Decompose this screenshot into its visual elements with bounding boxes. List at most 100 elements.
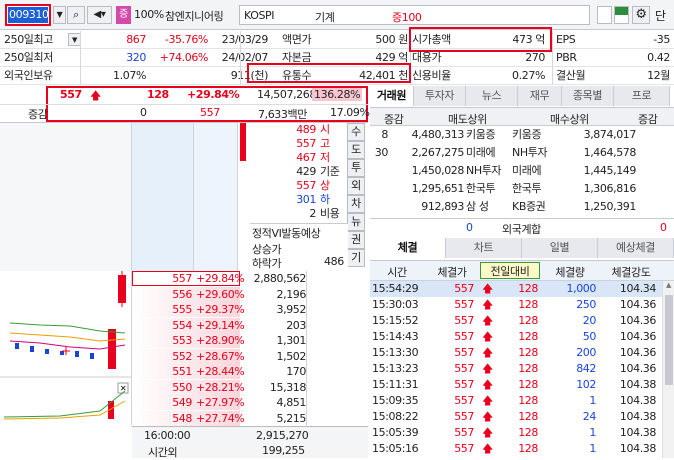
trade-cell-t: 15:11:31 [372,378,419,391]
book-rate: +28.90% [196,334,245,347]
trade-row: 15:09:35 557 🡅 128 1 104.38 [370,393,662,409]
book-qty: 4,851 [276,396,307,409]
broker-cell-b: 2,267,275 [411,146,465,159]
layout-icon[interactable] [614,6,629,24]
delta-zero: 0 [140,106,147,119]
broker-tab[interactable]: 뉴스 [466,86,518,106]
trade-header[interactable]: 체결가 [424,264,480,280]
book-qty: 3,952 [276,303,307,316]
side-button[interactable]: 뉴 [347,213,365,231]
trade-cell-c: 128 [518,378,538,391]
stock-code-input[interactable]: 009310 [5,4,51,26]
book-qty: 2,196 [276,287,307,301]
book-rate: +27.97% [196,396,245,409]
price-bar: 557 🡅 128 +29.84% 14,507,268 136.28% 증감 … [0,86,370,122]
summary-value: 429 [296,165,316,178]
broker-cell-c: NH투자 [466,164,502,177]
trade-tab[interactable]: 예상체결 [598,238,674,258]
code-dropdown-button[interactable]: ▼ [53,6,66,24]
trade-amount: 7,633백만 [258,108,307,121]
trade-tab[interactable]: 일별 [522,238,598,258]
info-key3: PBR [556,51,577,64]
broker-tab[interactable]: 투자자 [414,86,466,106]
broker-cell-c: 미래에 [466,146,496,159]
market-label: KOSPI [244,9,275,22]
trade-header[interactable]: 체결량 [540,264,600,280]
trade-cell-t: 15:08:22 [372,410,419,423]
trade-row: 15:13:30 557 🡅 128 200 104.36 [370,345,662,361]
info-value1: 1.07% [113,69,146,82]
side-button[interactable]: 권 [347,231,365,249]
link-icon[interactable] [597,6,612,24]
book-rate: +28.67% [196,349,245,363]
foreign-sell-total: 0 [466,221,473,234]
broker-cell-b: 912,893 [421,200,464,213]
trade-cell-q: 1 [589,394,596,407]
trade-cell-p: 557 [454,298,474,311]
book-after-label: 시간외 [148,446,178,459]
summary-value: 557 [296,179,316,192]
trade-header[interactable]: 전일대비 [480,262,540,279]
trade-cell-p: 557 [454,410,474,423]
vi-down-label: 하락가 [252,257,282,270]
trade-cell-s: 104.36 [619,346,656,359]
trade-cell-c: 128 [518,442,538,455]
scroll-up-arrow[interactable]: ▲ [663,281,674,289]
book-rate: +28.21% [196,380,245,394]
broker-tab[interactable]: 재무 [518,86,562,106]
vi-box: 정적VI발동예상 상승가 하락가 486 [250,223,348,271]
book-price: 549 [172,396,192,409]
vi-down-value: 486 [324,255,344,268]
trade-cell-p: 557 [454,426,474,439]
broker-cell-d: 한국투 [512,182,542,195]
trade-tab[interactable]: 차트 [446,238,522,258]
trades-scrollbar[interactable]: ▲ [662,281,674,458]
vi-title: 정적VI발동예상 [252,227,321,240]
trade-cell-c: 128 [518,298,538,311]
broker-h-delta-right: 증감 [638,113,658,126]
speaker-icon[interactable]: ◀▾ [87,6,112,24]
side-button[interactable]: 투 [347,159,365,177]
trade-amount-rate: 17.09% [330,106,370,119]
change-rate: +29.84% [187,88,240,101]
trade-cell-q: 1 [589,442,596,455]
trade-cell-t: 15:05:39 [372,426,419,439]
trade-cell-s: 104.36 [619,362,656,375]
svg-text:✕: ✕ [120,384,126,393]
foreign-buy-total: 0 [660,221,667,234]
price-repeat: 557 [200,106,220,119]
broker-tab[interactable]: 프로 [614,86,670,106]
trade-header[interactable]: 시간 [370,264,424,280]
trade-tab[interactable]: 체결 [370,238,446,258]
orderbook-panel: 489 시 557 고 467 저 429 기준 557 상 301 하 2 비용 수도투외차뉴권기 정적… [0,122,368,459]
trade-cell-s: 104.38 [619,410,656,423]
trade-cell-t: 15:54:29 [372,282,419,295]
side-button[interactable]: 외 [347,177,365,195]
unit-label[interactable]: 단 [655,7,666,24]
summary-key: 기준 [320,165,340,178]
scroll-thumb[interactable] [665,295,673,385]
summary-value: 489 [296,123,316,136]
side-button[interactable]: 수 [347,123,365,141]
side-button[interactable]: 기 [347,249,365,267]
intraday-bar [240,123,246,161]
info-value1: 867 [126,33,146,46]
broker-tab[interactable]: 종목별 [562,86,614,106]
trade-header[interactable]: 체결강도 [600,264,662,280]
trade-cell-q: 200 [576,346,596,359]
trade-cell-s: 104.38 [619,394,656,407]
trade-cell-s: 104.34 [619,282,656,295]
broker-tab[interactable]: 거래원 [370,86,414,106]
trades-panel: 시간 체결가 전일대비 체결량 체결강도 15:54:29 557 🡅 128 1,000 104… [370,260,674,458]
trade-cell-c: 128 [518,426,538,439]
search-icon[interactable]: ⌕ [67,6,85,24]
margin-badge: 증 [116,6,131,24]
gear-icon[interactable]: ⚙ [632,6,650,24]
book-rate: +28.44% [196,365,245,378]
info-key: 액면가 [282,33,312,46]
book-price: 555 [172,303,192,316]
book-price: 554 [172,318,192,332]
side-button[interactable]: 차 [347,195,365,213]
side-button[interactable]: 도 [347,141,365,159]
book-rate: +29.14% [196,318,245,332]
